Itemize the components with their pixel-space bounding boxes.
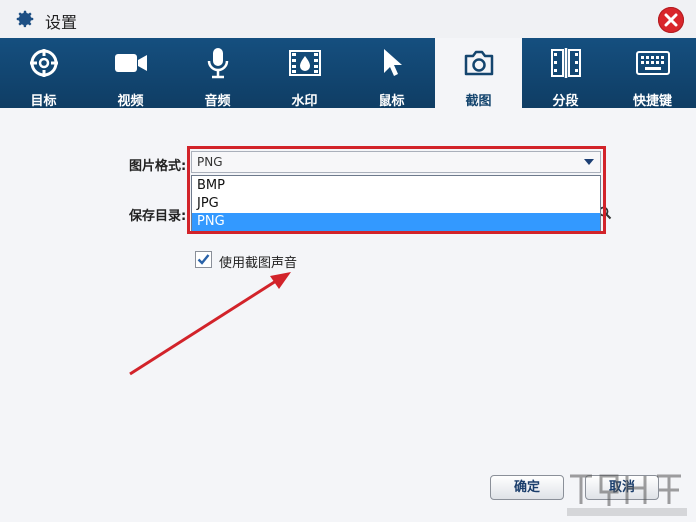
annotation-arrow — [129, 272, 291, 376]
ok-button[interactable]: 确定 — [490, 475, 564, 500]
watermark-logo — [567, 474, 687, 516]
